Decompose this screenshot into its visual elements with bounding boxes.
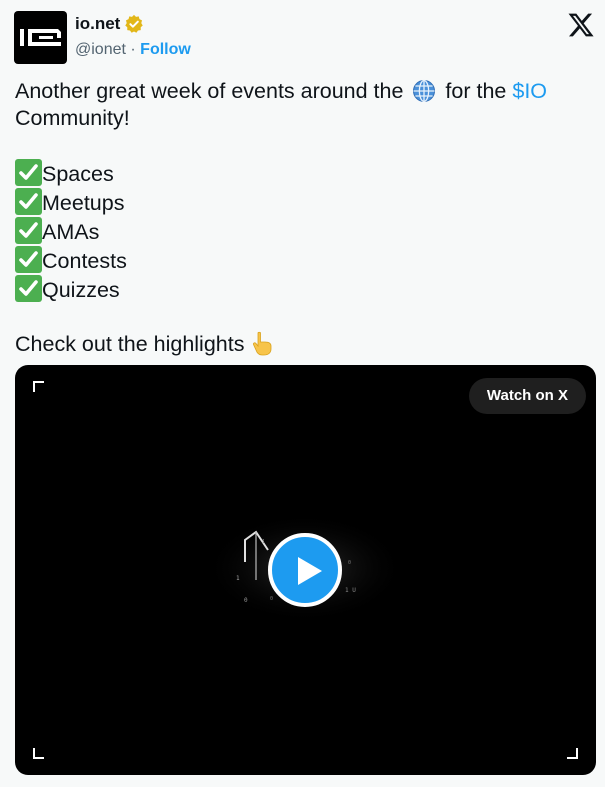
blank-line: ​: [15, 132, 590, 159]
svg-text:1 U: 1 U: [345, 587, 356, 594]
svg-text:0: 0: [270, 596, 273, 602]
tweet-text-part: Check out the highlights: [15, 332, 245, 356]
svg-text:1: 1: [236, 575, 240, 582]
tweet-text-part: Another great week of events around the: [15, 79, 404, 103]
cashtag-link[interactable]: $IO: [512, 79, 547, 103]
globe-icon: [413, 79, 436, 103]
check-mark-icon: [15, 246, 42, 273]
list-item-label: AMAs: [42, 220, 100, 244]
list-item: Contests: [15, 246, 590, 275]
list-item-label: Meetups: [42, 191, 125, 215]
verified-badge-icon: [125, 14, 144, 33]
list-item: Meetups: [15, 188, 590, 217]
list-item-label: Quizzes: [42, 278, 120, 302]
watch-on-x-button[interactable]: Watch on X: [468, 378, 586, 414]
svg-text:0: 0: [348, 560, 351, 566]
separator: ·: [130, 41, 136, 58]
check-mark-icon: [15, 188, 42, 215]
avatar[interactable]: [14, 11, 67, 64]
pointing-down-icon: [253, 331, 272, 356]
expand-corner-icon: [567, 748, 578, 759]
svg-text:0: 0: [244, 597, 248, 604]
x-logo-icon[interactable]: [567, 11, 595, 39]
io-net-logo-icon: [20, 29, 61, 46]
check-mark-icon: [15, 275, 42, 302]
check-mark-icon: [15, 217, 42, 244]
author-name-row: io.net: [75, 13, 144, 35]
list-item: Spaces: [15, 159, 590, 188]
blank-line: ​: [15, 304, 590, 331]
author-handle[interactable]: @ionet: [75, 41, 126, 58]
list-item-label: Contests: [42, 249, 127, 273]
svg-text:1: 1: [262, 539, 265, 545]
play-icon: [298, 557, 322, 585]
tweet-closing-line: Check out the highlights: [15, 331, 590, 358]
list-item: Quizzes: [15, 275, 590, 304]
tweet-line-1: Another great week of events around the …: [15, 78, 590, 105]
tweet-line-2: Community!: [15, 106, 130, 130]
list-item-label: Spaces: [42, 162, 114, 186]
tweet-text: Another great week of events around the …: [15, 78, 590, 358]
list-item: AMAs: [15, 217, 590, 246]
handle-row: @ionet · Follow: [75, 40, 191, 60]
check-mark-icon: [15, 159, 42, 186]
expand-corner-icon: [33, 381, 44, 392]
tweet-text-part: for the: [445, 79, 507, 103]
follow-button[interactable]: Follow: [140, 41, 191, 58]
author-name[interactable]: io.net: [75, 13, 120, 35]
play-button[interactable]: [268, 533, 342, 607]
expand-corner-icon: [33, 748, 44, 759]
